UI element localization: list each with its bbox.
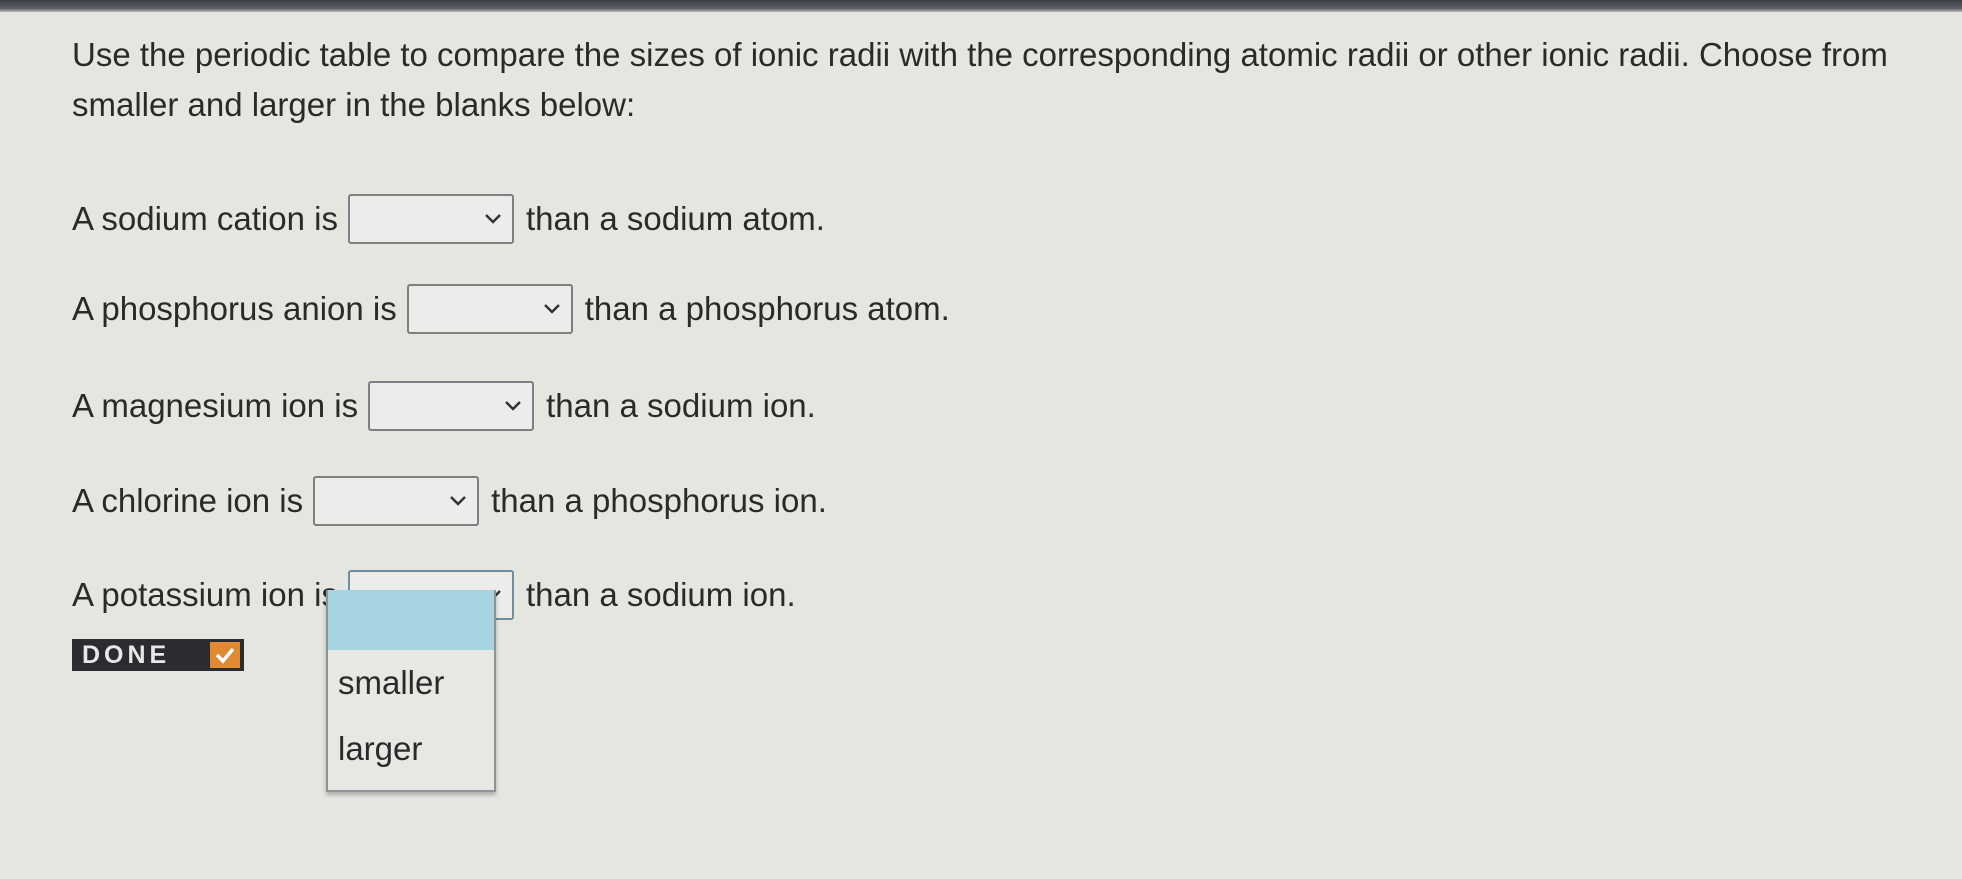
question-text-before: A magnesium ion is — [72, 387, 359, 424]
question-row-magnesium-ion: A magnesium ion is than a sodium ion. — [72, 381, 816, 431]
question-row-phosphorus-anion: A phosphorus anion is than a phosphorus … — [72, 284, 950, 334]
question-text-after: than a phosphorus ion. — [491, 482, 827, 519]
question-text-after: than a sodium ion. — [525, 576, 796, 613]
dropdown-menu: smaller larger — [326, 590, 496, 792]
dropdown-option-larger[interactable]: larger — [328, 716, 494, 782]
question-text-after: than a sodium ion. — [546, 387, 816, 424]
top-bar — [0, 0, 1962, 12]
chevron-down-icon — [505, 401, 522, 411]
done-button[interactable]: DONE — [72, 639, 244, 671]
question-text-after: than a phosphorus atom. — [584, 290, 950, 327]
answer-select-4[interactable] — [313, 476, 480, 526]
done-label: DONE — [82, 640, 171, 669]
question-row-chlorine-ion: A chlorine ion is than a phosphorus ion. — [72, 476, 827, 526]
question-text-after: than a sodium atom. — [525, 200, 825, 237]
answer-select-3[interactable] — [368, 381, 535, 431]
question-text-before: A potassium ion is — [72, 576, 338, 613]
question-text-before: A sodium cation is — [72, 200, 338, 237]
dropdown-option-smaller[interactable]: smaller — [328, 650, 494, 716]
answer-select-1[interactable] — [347, 194, 514, 244]
question-text-before: A phosphorus anion is — [72, 290, 397, 327]
question-row-sodium-cation: A sodium cation is than a sodium atom. — [72, 194, 825, 244]
checkmark-icon — [210, 642, 240, 668]
answer-select-2[interactable] — [406, 284, 573, 334]
chevron-down-icon — [450, 496, 467, 506]
instructions-text: Use the periodic table to compare the si… — [72, 36, 1888, 123]
question-container: Use the periodic table to compare the si… — [72, 30, 1932, 671]
chevron-down-icon — [543, 304, 560, 314]
dropdown-option-blank-highlighted[interactable] — [328, 590, 494, 650]
question-text-before: A chlorine ion is — [72, 482, 304, 519]
chevron-down-icon — [485, 214, 501, 224]
